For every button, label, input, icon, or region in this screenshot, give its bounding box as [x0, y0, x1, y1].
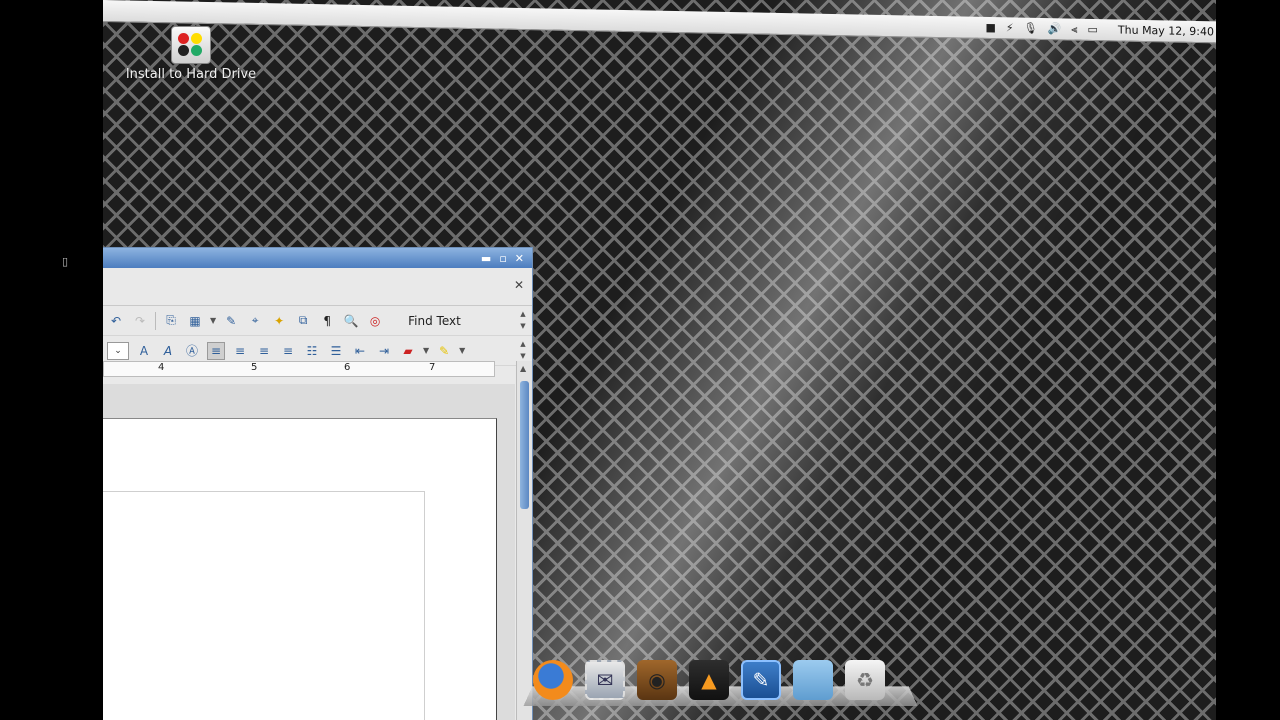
volume-icon[interactable]: 🔊 — [1048, 20, 1062, 38]
top-panel: ■ ⚡ 🎙 🔊 ⫷ ▭ Thu May 12, 9:40 — [103, 0, 1216, 44]
numbered-list-icon[interactable]: ☷ — [303, 342, 321, 360]
ruler-label: 6 — [344, 362, 351, 373]
thunderbird-mail-icon[interactable]: ✉ — [585, 660, 625, 700]
gallery-icon[interactable]: ✦ — [270, 312, 288, 330]
undo-arrow-icon[interactable]: ↶ — [107, 312, 125, 330]
toolbar-separator — [155, 311, 156, 330]
minimize-button[interactable]: ▬ — [481, 252, 491, 265]
italic-font-icon[interactable]: 𝘈 — [159, 342, 177, 360]
standard-toolbar: ↶ ↷ ⎘ ▦ ▼ ✎ ⌖ ✦ ⧉ ¶ 🔍 ◎ Find Text ▲ ▼ — [103, 306, 532, 336]
draw-functions-icon[interactable]: ✎ — [222, 312, 240, 330]
increase-indent-icon[interactable]: ⇥ — [375, 342, 393, 360]
justify-icon[interactable]: ≡ — [279, 342, 297, 360]
redo-icon[interactable]: ↷ — [131, 312, 149, 330]
desktop: ■ ⚡ 🎙 🔊 ⫷ ▭ Thu May 12, 9:40 Install to … — [103, 0, 1216, 720]
table-icon[interactable]: ▦ — [186, 312, 204, 330]
files-folder-icon[interactable] — [793, 660, 833, 700]
data-sources-icon[interactable]: ⧉ — [294, 312, 312, 330]
dock: ✉ ◉ ▲ ✎ ♻ — [533, 660, 885, 700]
document-page[interactable] — [103, 418, 497, 720]
firefox-icon[interactable] — [533, 660, 573, 700]
table-dropdown-icon[interactable]: ▼ — [210, 316, 216, 325]
scroll-up-icon[interactable]: ▲ — [520, 364, 526, 373]
font-color-dropdown-icon[interactable]: ▼ — [423, 346, 429, 355]
stop-icon[interactable]: ■ — [985, 19, 995, 37]
document-area — [103, 384, 515, 720]
close-button[interactable]: ✕ — [515, 252, 524, 265]
toolbar-overflow-icon[interactable]: ▲ ▼ — [518, 308, 528, 332]
vlc-icon[interactable]: ▲ — [689, 660, 729, 700]
network-icon[interactable]: ⫷ — [1071, 21, 1077, 39]
power-icon[interactable]: ⚡ — [1006, 19, 1014, 37]
battery-icon[interactable]: ▭ — [1088, 21, 1098, 39]
writer-window: ▬ ▫ ✕ ✕ ↶ ↷ ⎘ ▦ ▼ ✎ ⌖ ✦ ⧉ ¶ 🔍 ◎ Find Tex… — [103, 247, 533, 720]
horizontal-ruler[interactable]: 4 5 6 7 — [103, 361, 495, 377]
writer-icon[interactable]: ✎ — [741, 660, 781, 700]
system-tray: ■ ⚡ 🎙 🔊 ⫷ ▭ Thu May 12, 9:40 — [985, 19, 1216, 41]
ruler-label: 7 — [429, 362, 436, 373]
zoom-icon[interactable]: 🔍 — [342, 312, 360, 330]
trash-icon[interactable]: ♻ — [845, 660, 885, 700]
ruler-label: 4 — [158, 362, 165, 373]
font-size-dropdown-icon[interactable]: ⌄ — [107, 341, 129, 360]
mouse-cursor-icon: ▯ — [62, 255, 69, 268]
font-color-icon[interactable]: ▰ — [399, 342, 417, 360]
decrease-indent-icon[interactable]: ⇤ — [351, 342, 369, 360]
bullet-list-icon[interactable]: ☰ — [327, 342, 345, 360]
left-letterbox: ▯ — [0, 0, 103, 720]
highlight-dropdown-icon[interactable]: ▼ — [459, 346, 465, 355]
help-icon[interactable]: ◎ — [366, 312, 384, 330]
desktop-icon-label: Install to Hard Drive — [125, 67, 257, 82]
outline-font-icon[interactable]: Ⓐ — [183, 342, 201, 360]
vertical-scrollbar[interactable]: ▲ — [516, 361, 532, 720]
find-text-field[interactable]: Find Text — [408, 314, 461, 328]
hyperlink-icon[interactable]: ⎘ — [162, 312, 180, 330]
microphone-icon[interactable]: 🎙 — [1024, 20, 1038, 38]
ruler-label: 5 — [251, 362, 258, 373]
scrollbar-thumb[interactable] — [520, 381, 529, 509]
install-to-hard-drive-launcher[interactable]: Install to Hard Drive — [121, 26, 261, 82]
clock[interactable]: Thu May 12, 9:40 — [1118, 21, 1214, 41]
close-document-button[interactable]: ✕ — [514, 278, 524, 292]
font-effects-icon[interactable]: A — [135, 342, 153, 360]
highlight-icon[interactable]: ✎ — [435, 342, 453, 360]
audio-player-icon[interactable]: ◉ — [637, 660, 677, 700]
align-left-icon[interactable]: ≡ — [207, 341, 225, 360]
toolbar-overflow-icon[interactable]: ▲ ▼ — [518, 338, 528, 362]
maximize-button[interactable]: ▫ — [499, 252, 506, 265]
menubar: ✕ — [103, 268, 532, 306]
text-boundary — [103, 491, 425, 720]
formatting-marks-icon[interactable]: ¶ — [318, 312, 336, 330]
align-right-icon[interactable]: ≡ — [255, 342, 273, 360]
installer-icon — [171, 26, 211, 64]
window-titlebar[interactable]: ▬ ▫ ✕ — [103, 248, 532, 268]
navigator-icon[interactable]: ⌖ — [246, 312, 264, 330]
align-center-icon[interactable]: ≡ — [231, 342, 249, 360]
